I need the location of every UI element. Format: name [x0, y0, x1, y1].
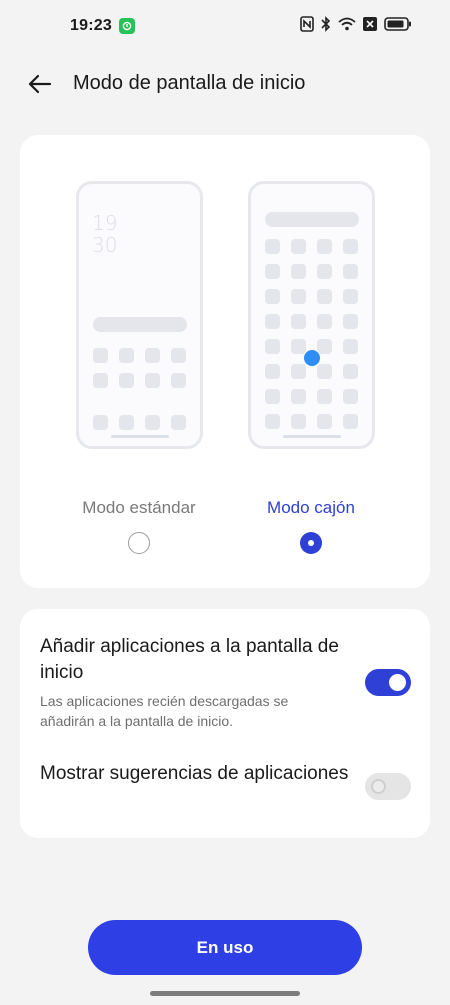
drawer-app-icon: [317, 314, 332, 329]
drawer-app-icon: [317, 364, 332, 379]
nfc-icon: [300, 16, 314, 32]
wifi-icon: [338, 17, 356, 31]
drawer-app-icon: [291, 339, 306, 354]
back-button[interactable]: [26, 70, 54, 98]
preview-dock-icon: [119, 415, 134, 430]
drawer-app-icon: [317, 414, 332, 429]
drawer-app-icon: [317, 289, 332, 304]
status-icons: [300, 16, 412, 32]
preview-app-icon: [171, 373, 186, 388]
preview-dock: [93, 415, 186, 430]
suggestions-toggle[interactable]: [365, 773, 411, 800]
preview-app-icon: [93, 373, 108, 388]
back-arrow-icon: [28, 74, 52, 94]
toggle-knob: [371, 779, 386, 794]
preview-dock-icon: [171, 415, 186, 430]
drawer-app-icon: [265, 364, 280, 379]
battery-icon: [384, 17, 412, 31]
preview-dock-icon: [93, 415, 108, 430]
drawer-app-icon: [343, 389, 358, 404]
drawer-app-icon: [265, 314, 280, 329]
drawer-app-icon: [291, 264, 306, 279]
drawer-app-icon: [317, 339, 332, 354]
add-apps-toggle[interactable]: [365, 669, 411, 696]
app-notification-icon: [119, 18, 135, 34]
drawer-app-icon: [317, 264, 332, 279]
drawer-app-icon: [265, 339, 280, 354]
drawer-app-icon: [317, 389, 332, 404]
setting-title: Añadir aplicaciones a la pantalla de ini…: [40, 636, 339, 683]
drawer-app-icon: [291, 414, 306, 429]
in-use-button[interactable]: En uso: [88, 920, 362, 975]
screen: 19:23 Modo de pantalla de inicio 19 30 M…: [0, 0, 450, 1005]
drawer-app-icon: [291, 239, 306, 254]
page-title: Modo de pantalla de inicio: [73, 72, 306, 94]
drawer-app-icon: [343, 339, 358, 354]
preview-app-icon: [119, 348, 134, 363]
drawer-app-icon: [343, 314, 358, 329]
preview-app-icon: [145, 348, 160, 363]
drawer-app-icon: [291, 389, 306, 404]
preview-drawer-grid: [265, 239, 358, 429]
preview-clock-hours: 19: [92, 211, 118, 235]
drawer-app-icon: [265, 239, 280, 254]
drawer-app-icon: [265, 389, 280, 404]
preview-clock-minutes: 30: [92, 233, 118, 257]
preview-app-icon: [119, 373, 134, 388]
preview-app-grid: [93, 348, 186, 388]
drawer-app-icon: [265, 264, 280, 279]
preview-dock-icon: [145, 415, 160, 430]
drawer-app-icon: [343, 239, 358, 254]
preview-app-icon: [171, 348, 186, 363]
drawer-mode-preview[interactable]: [248, 181, 375, 449]
toggle-knob: [389, 674, 406, 691]
drawer-app-icon: [291, 314, 306, 329]
bluetooth-icon: [321, 16, 331, 32]
no-sim-icon: [363, 17, 377, 31]
preview-search-bar: [265, 212, 359, 227]
preview-search-bar: [93, 317, 187, 332]
drawer-app-icon: [265, 414, 280, 429]
preview-app-icon: [145, 373, 160, 388]
status-time: 19:23: [70, 17, 112, 34]
setting-description: Las aplicaciones recién descargadas se a…: [40, 693, 289, 729]
drawer-app-icon: [343, 289, 358, 304]
drawer-app-icon: [343, 264, 358, 279]
gesture-nav-bar[interactable]: [150, 991, 300, 996]
drawer-app-icon: [317, 239, 332, 254]
drawer-app-icon: [291, 364, 306, 379]
standard-mode-preview[interactable]: 19 30: [76, 181, 203, 449]
standard-mode-radio[interactable]: [128, 532, 150, 554]
preview-home-bar: [283, 435, 341, 438]
preview-home-bar: [111, 435, 169, 438]
mode-preview-card: 19 30 Modo estándar Modo cajón: [20, 135, 430, 588]
drawer-mode-radio[interactable]: [300, 532, 322, 554]
touch-indicator: [304, 350, 320, 366]
drawer-app-icon: [291, 289, 306, 304]
preview-clock: 19 30: [92, 212, 117, 256]
drawer-app-icon: [343, 364, 358, 379]
setting-title: Mostrar sugerencias de aplicaciones: [40, 763, 349, 784]
drawer-mode-label: Modo cajón: [267, 498, 355, 517]
drawer-app-icon: [265, 289, 280, 304]
drawer-app-icon: [343, 414, 358, 429]
preview-app-icon: [93, 348, 108, 363]
standard-mode-label: Modo estándar: [82, 498, 196, 517]
status-bar: 19:23: [0, 0, 450, 52]
settings-card: Añadir aplicaciones a la pantalla de ini…: [20, 609, 430, 838]
